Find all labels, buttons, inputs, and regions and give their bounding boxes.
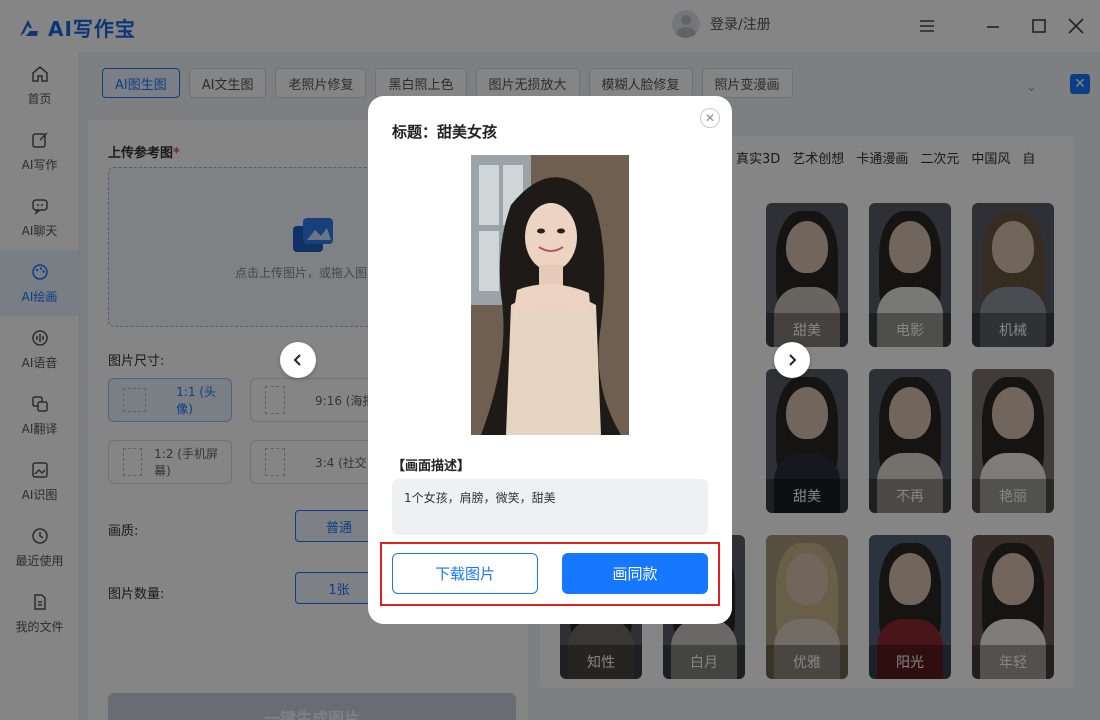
modal-title: 标题：甜美女孩 xyxy=(392,123,498,141)
image-detail-modal: 标题：甜美女孩 ✕ 【画面描述】 1个女孩，肩膀，微笑，甜美 下载图片 画同款 xyxy=(368,96,732,624)
download-image-button[interactable]: 下载图片 xyxy=(392,553,538,594)
description-label: 【画面描述】 xyxy=(392,459,471,474)
next-arrow-icon[interactable] xyxy=(774,342,810,378)
draw-same-button[interactable]: 画同款 xyxy=(562,553,708,594)
close-icon[interactable]: ✕ xyxy=(700,108,720,128)
preview-image xyxy=(471,155,629,435)
prev-arrow-icon[interactable] xyxy=(280,342,316,378)
description-text: 1个女孩，肩膀，微笑，甜美 xyxy=(392,479,708,535)
